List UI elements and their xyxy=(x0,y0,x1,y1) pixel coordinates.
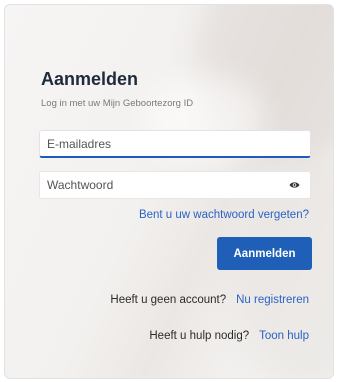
help-row: Heeft u hulp nodig? Toon hulp xyxy=(149,330,309,342)
register-row: Heeft u geen account? Nu registreren xyxy=(110,294,309,306)
forgot-password-link[interactable]: Bent u uw wachtwoord vergeten? xyxy=(139,209,309,221)
login-subtitle: Log in met uw Mijn Geboortezorg ID xyxy=(41,98,194,109)
email-input[interactable] xyxy=(47,131,282,156)
login-title: Aanmelden xyxy=(41,69,139,89)
login-card: Aanmelden Log in met uw Mijn Geboortezor… xyxy=(4,4,334,379)
eye-icon[interactable] xyxy=(289,181,300,189)
register-link[interactable]: Nu registreren xyxy=(236,294,309,306)
help-text: Heeft u hulp nodig? xyxy=(149,330,250,342)
password-field-wrapper xyxy=(39,171,311,199)
page: Aanmelden Log in met uw Mijn Geboortezor… xyxy=(0,0,339,382)
no-account-text: Heeft u geen account? xyxy=(110,294,227,306)
email-field-wrapper xyxy=(39,130,311,158)
show-help-link[interactable]: Toon hulp xyxy=(259,330,309,342)
password-input[interactable] xyxy=(47,172,282,198)
login-button[interactable]: Aanmelden xyxy=(217,237,312,270)
